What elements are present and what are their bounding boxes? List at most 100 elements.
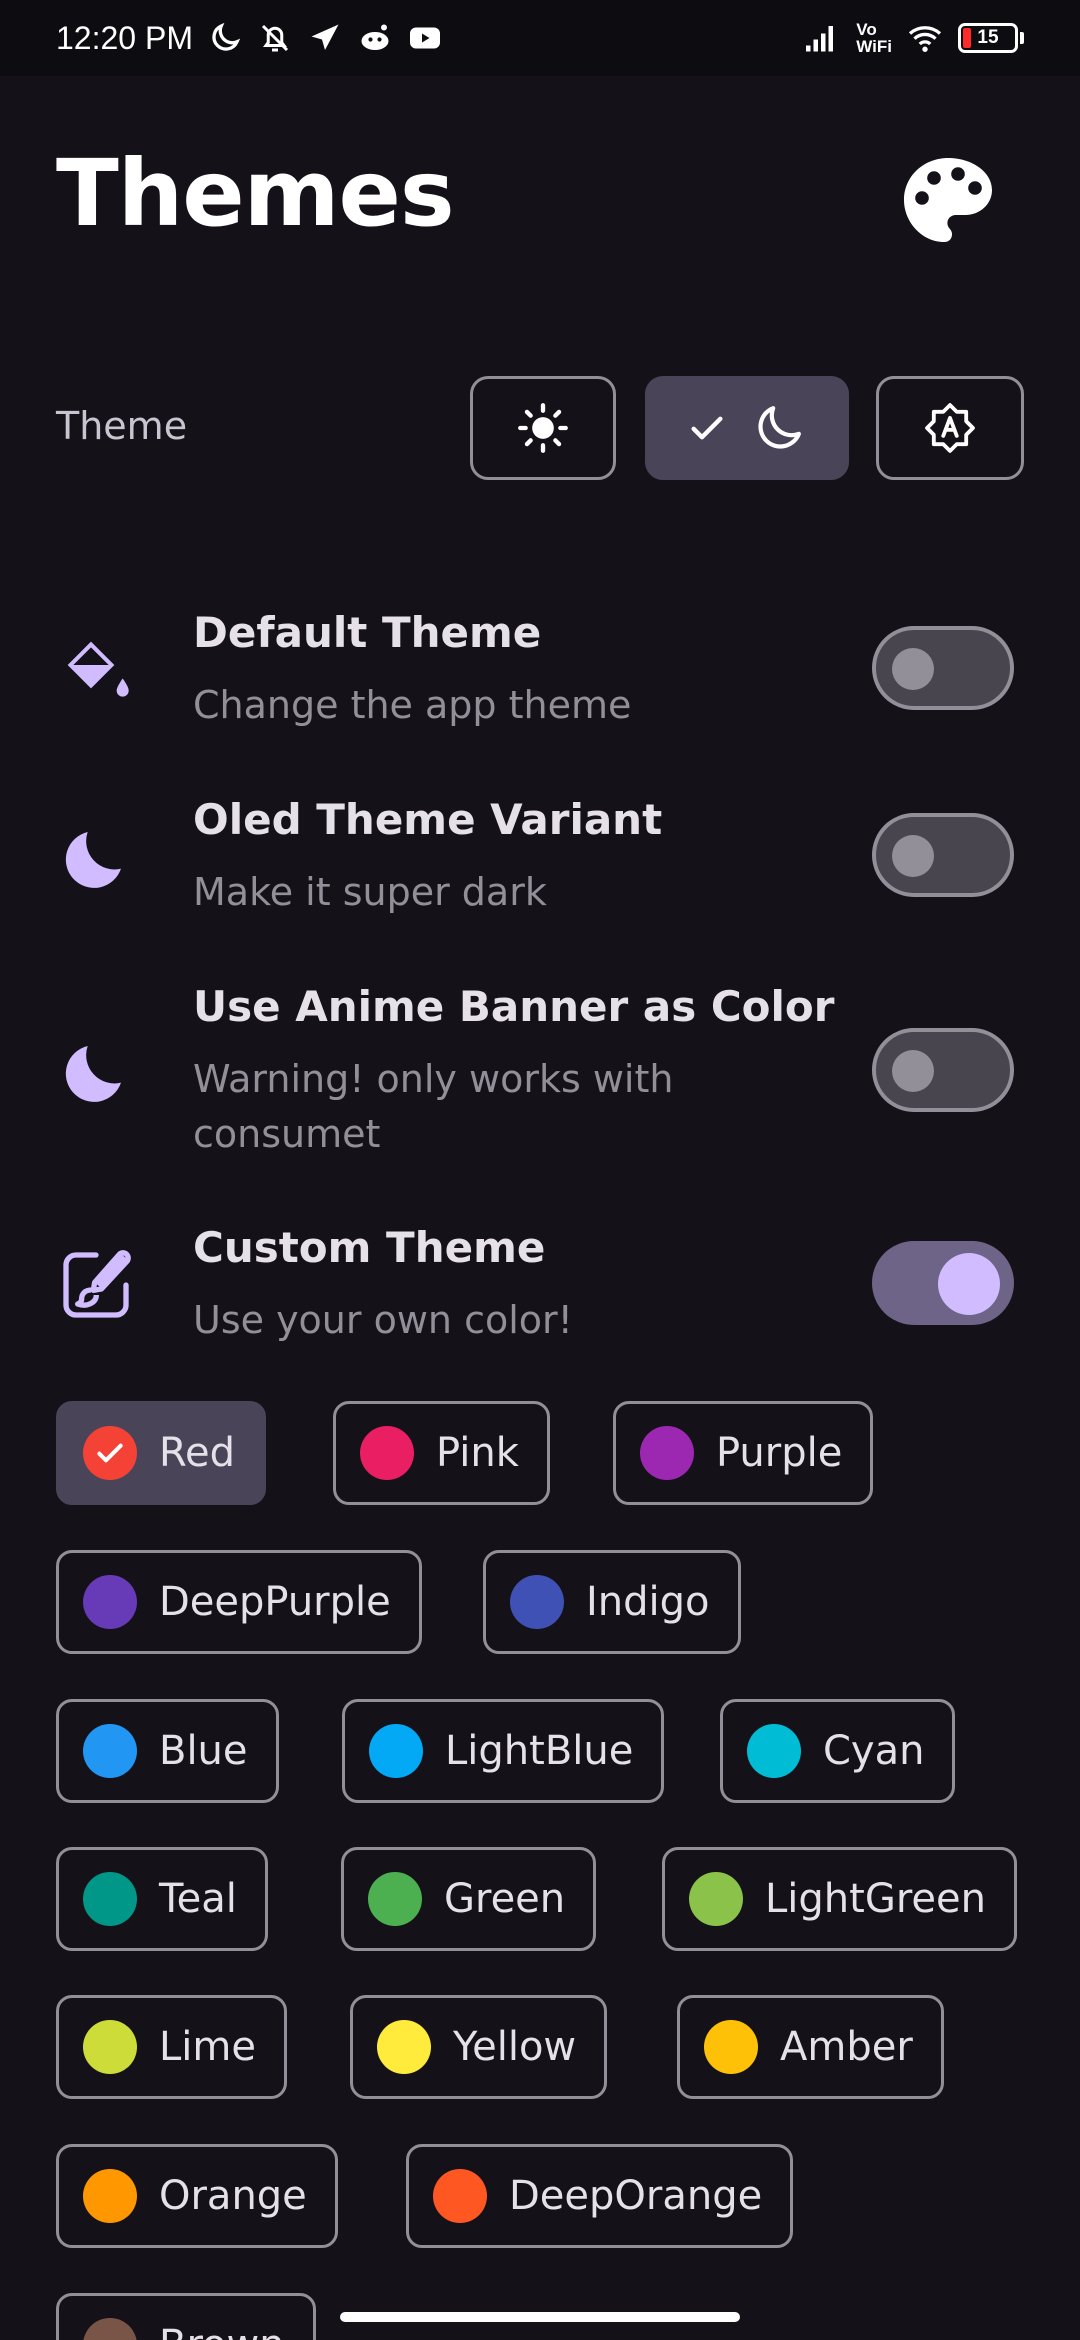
- status-time: 12:20 PM: [56, 19, 193, 56]
- color-chip-deeporange[interactable]: DeepOrange: [406, 2144, 794, 2248]
- status-bar-right: Vo WiFi 15: [798, 20, 1024, 56]
- battery-icon: 15: [958, 23, 1024, 53]
- moon-icon: [212, 22, 241, 51]
- battery-tip: [1020, 32, 1024, 44]
- sun-icon: [518, 403, 568, 453]
- custom-theme-toggle[interactable]: [872, 1241, 1014, 1325]
- color-label: Green: [444, 1876, 566, 1922]
- color-swatch: [368, 1872, 422, 1926]
- youtube-icon: [409, 27, 440, 49]
- setting-subtitle: Warning! only works with consumet: [193, 1057, 674, 1156]
- check-icon: [691, 416, 723, 440]
- color-chip-green[interactable]: Green: [341, 1847, 597, 1951]
- color-chip-lightgreen[interactable]: LightGreen: [662, 1847, 1017, 1951]
- vowifi-vo: Vo: [856, 20, 877, 39]
- reddit-icon: [361, 24, 389, 50]
- color-swatch: [377, 2020, 431, 2074]
- check-icon: [97, 1443, 123, 1463]
- status-bar-left: 12:20 PM: [56, 20, 443, 57]
- oled-variant-toggle[interactable]: [872, 813, 1014, 897]
- paint-bucket-icon: [67, 641, 129, 697]
- color-label: Indigo: [586, 1579, 710, 1625]
- color-swatch: [510, 1575, 564, 1629]
- themes-screen: 12:20 PM Vo WiFi 15 Themes Theme Default…: [0, 0, 1080, 2340]
- setting-title: Default Theme: [193, 608, 542, 657]
- color-chip-pink[interactable]: Pink: [333, 1401, 550, 1505]
- color-chip-cyan[interactable]: Cyan: [720, 1699, 956, 1803]
- color-label: Red: [159, 1430, 235, 1476]
- color-label: Teal: [159, 1876, 237, 1922]
- auto-brightness-icon: [925, 403, 975, 453]
- bell-off-icon: [261, 24, 289, 52]
- palette-icon[interactable]: [900, 154, 996, 250]
- color-label: Amber: [780, 2024, 913, 2070]
- vowifi-indicator: Vo WiFi: [856, 21, 892, 55]
- color-swatch: [640, 1426, 694, 1480]
- color-swatch: [83, 1724, 137, 1778]
- brush-edit-icon: [63, 1250, 131, 1318]
- color-label: Lime: [159, 2024, 256, 2070]
- color-label: Cyan: [823, 1728, 925, 1774]
- color-swatch: [83, 1872, 137, 1926]
- color-label: LightBlue: [445, 1728, 634, 1774]
- navigation-icon: [311, 24, 339, 50]
- setting-subtitle: Change the app theme: [193, 683, 632, 727]
- color-swatch: [433, 2169, 487, 2223]
- color-swatch: [83, 2020, 137, 2074]
- color-swatch: [369, 1724, 423, 1778]
- color-swatch: [360, 1426, 414, 1480]
- default-theme-toggle[interactable]: [872, 626, 1014, 710]
- color-chip-purple[interactable]: Purple: [613, 1401, 874, 1505]
- color-swatch: [83, 2318, 137, 2340]
- theme-label: Theme: [56, 404, 188, 448]
- color-chip-deeppurple[interactable]: DeepPurple: [56, 1550, 422, 1654]
- color-swatch: [83, 1426, 137, 1480]
- color-chip-lime[interactable]: Lime: [56, 1995, 287, 2099]
- anime-banner-toggle[interactable]: [872, 1028, 1014, 1112]
- wifi-icon: [908, 26, 942, 52]
- theme-light-button[interactable]: [470, 376, 616, 480]
- color-swatch: [704, 2020, 758, 2074]
- color-swatch: [747, 1724, 801, 1778]
- vowifi-wifi: WiFi: [856, 37, 892, 56]
- toggle-knob: [892, 648, 934, 690]
- color-label: LightGreen: [765, 1876, 986, 1922]
- moon-icon: [758, 406, 801, 449]
- color-chip-indigo[interactable]: Indigo: [483, 1550, 741, 1654]
- color-swatch: [83, 1575, 137, 1629]
- color-chip-brown[interactable]: Brown: [56, 2293, 316, 2340]
- setting-subtitle: Make it super dark: [193, 870, 547, 914]
- color-label: Orange: [159, 2173, 307, 2219]
- home-indicator[interactable]: [340, 2312, 740, 2322]
- color-chip-yellow[interactable]: Yellow: [350, 1995, 608, 2099]
- toggle-knob: [892, 835, 934, 877]
- battery-fill: [963, 28, 971, 48]
- color-chip-orange[interactable]: Orange: [56, 2144, 338, 2248]
- color-label: DeepOrange: [509, 2173, 763, 2219]
- setting-title: Use Anime Banner as Color: [193, 982, 835, 1031]
- moon-icon: [65, 1046, 121, 1102]
- color-label: DeepPurple: [159, 1579, 391, 1625]
- color-label: Pink: [436, 1430, 519, 1476]
- signal-icon: [806, 26, 834, 52]
- moon-icon: [65, 832, 121, 888]
- page-title: Themes: [56, 140, 455, 247]
- color-swatch: [689, 1872, 743, 1926]
- color-label: Purple: [716, 1430, 843, 1476]
- battery-body: 15: [958, 23, 1018, 53]
- color-swatch: [83, 2169, 137, 2223]
- color-chip-lightblue[interactable]: LightBlue: [342, 1699, 665, 1803]
- setting-title: Custom Theme: [193, 1223, 546, 1272]
- theme-auto-button[interactable]: [876, 376, 1024, 480]
- battery-level: 15: [977, 27, 999, 48]
- color-chip-amber[interactable]: Amber: [677, 1995, 944, 2099]
- color-label: Brown: [159, 2322, 285, 2340]
- toggle-knob: [892, 1050, 934, 1092]
- theme-dark-button[interactable]: [645, 376, 849, 480]
- color-chip-blue[interactable]: Blue: [56, 1699, 279, 1803]
- color-label: Blue: [159, 1728, 248, 1774]
- setting-subtitle: Use your own color!: [193, 1298, 573, 1342]
- color-chip-teal[interactable]: Teal: [56, 1847, 268, 1951]
- color-label: Yellow: [453, 2024, 577, 2070]
- color-chip-red[interactable]: Red: [56, 1401, 266, 1505]
